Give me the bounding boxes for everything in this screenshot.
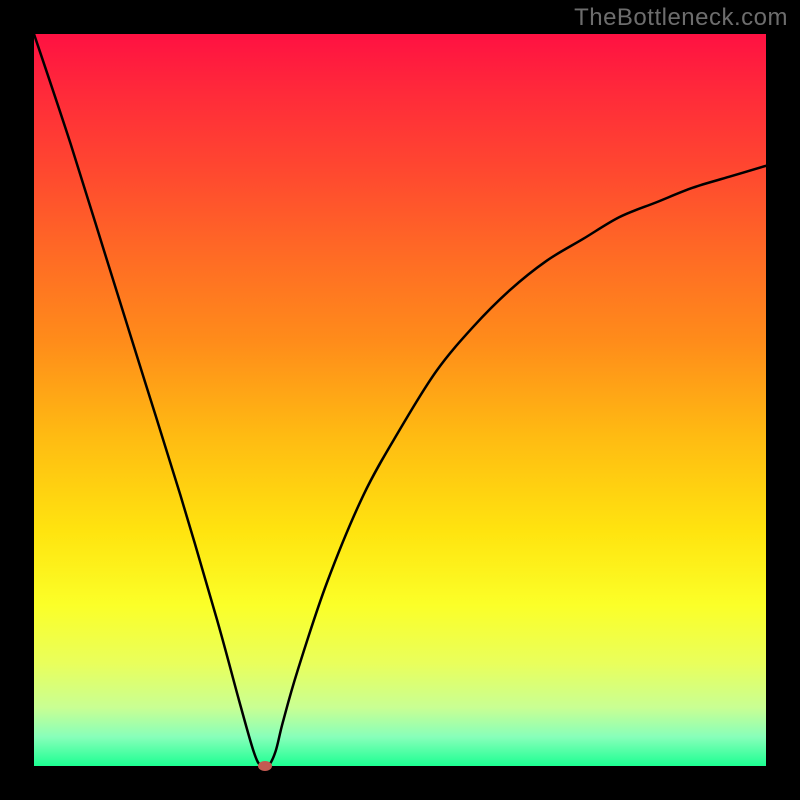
plot-area xyxy=(34,34,766,766)
watermark-text: TheBottleneck.com xyxy=(574,4,788,32)
chart-frame: TheBottleneck.com xyxy=(0,0,800,800)
optimal-point-marker xyxy=(258,761,272,771)
bottleneck-curve xyxy=(34,34,766,766)
